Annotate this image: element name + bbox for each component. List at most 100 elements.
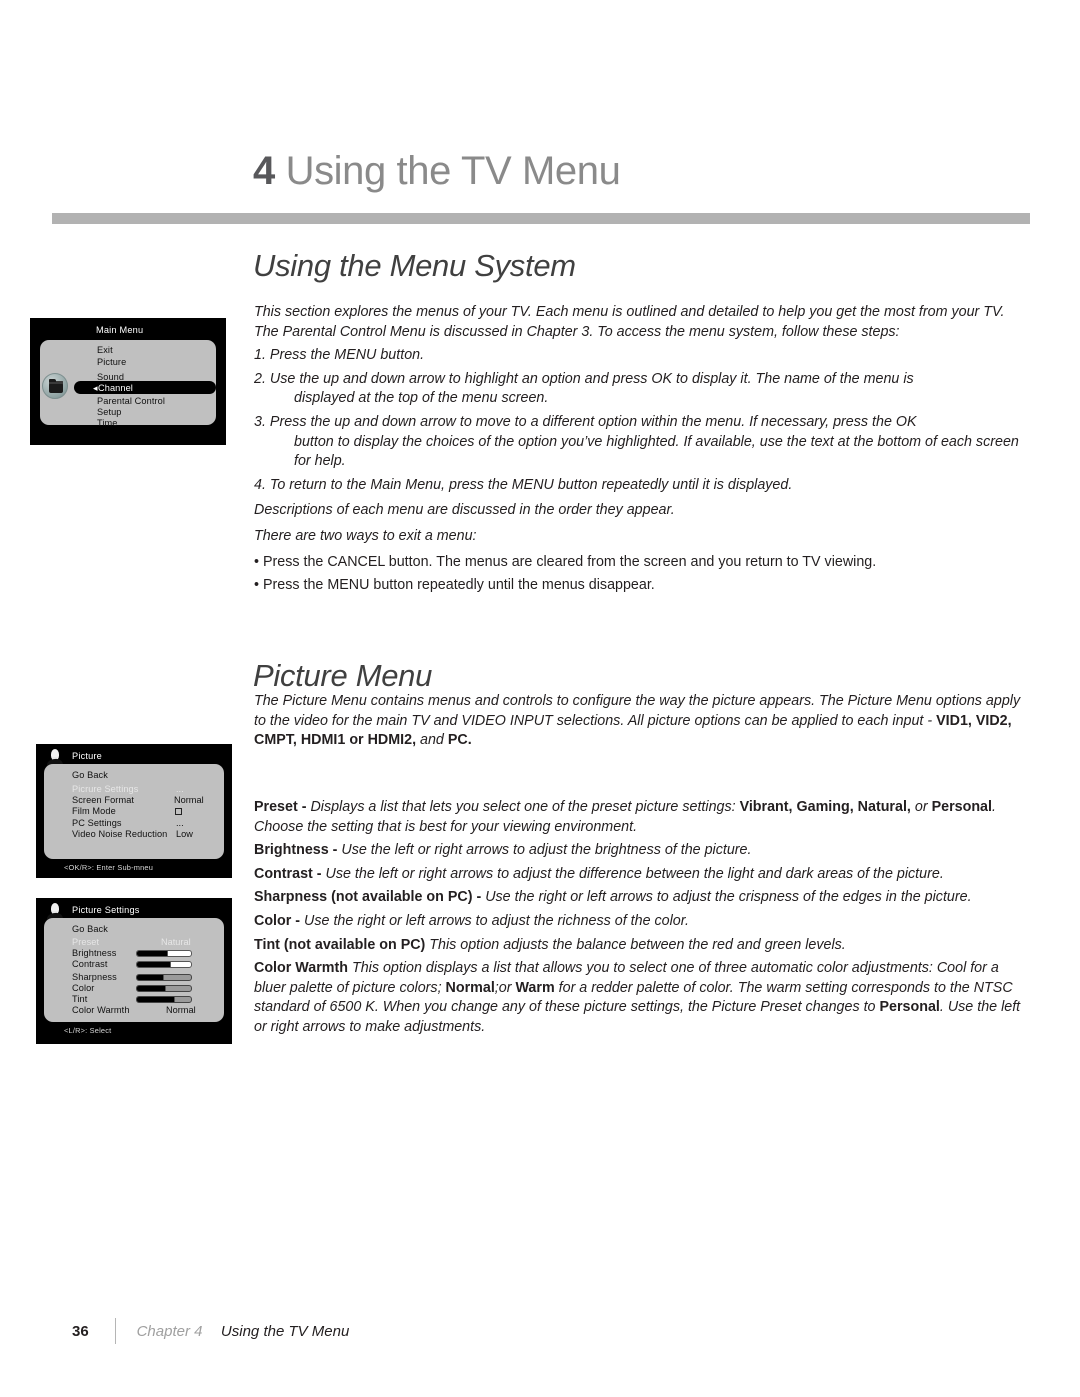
picture-desc-pc: PC. [447, 732, 472, 749]
ps-item-color[interactable]: Color [72, 983, 94, 993]
main-menu-item-parental-control[interactable]: Parental Control [97, 396, 165, 406]
term-tint-label: Tint (not available on PC) [254, 936, 426, 953]
heading-picture-menu: Picture Menu [253, 658, 433, 693]
step-2-number: 2. [254, 370, 266, 387]
main-menu-highlight-caret: ◂ [93, 383, 98, 393]
picture-item-video-noise-reduction[interactable]: Video Noise Reduction [72, 829, 167, 839]
step-2-cont: displayed at the top of the menu screen. [294, 390, 549, 407]
main-menu-item-setup[interactable]: Setup [97, 407, 122, 417]
intro-paragraph: This section explores the menus of your … [254, 304, 1005, 340]
picture-item-picture-settings[interactable]: Picrure Settings [72, 784, 138, 794]
step-2-text: Use the up and down arrow to highlight a… [269, 370, 914, 387]
ps-slider-contrast[interactable] [136, 961, 192, 968]
term-brightness-body: Use the left or right arrows to adjust t… [341, 842, 752, 859]
picture-item-picture-settings-value: ... [176, 784, 184, 794]
ps-slider-sharpness[interactable] [136, 974, 192, 981]
picture-item-video-noise-reduction-value: Low [176, 829, 193, 839]
page-title: 4 Using the TV Menu [0, 148, 1080, 194]
page-number: 36 [72, 1322, 89, 1340]
step-1-number: 1. [254, 347, 266, 364]
main-menu-item-time[interactable]: Time [97, 418, 117, 428]
picture-desc-part1: The Picture Menu contains menus and cont… [254, 693, 1021, 729]
term-contrast: Contrast - Use the left or right arrows … [254, 865, 1032, 885]
slider-knob[interactable] [162, 975, 164, 980]
term-color-warmth-label: Color Warmth [254, 960, 348, 977]
picture-item-pc-settings-value: ... [176, 818, 184, 828]
term-sharpness-sep: - [472, 889, 486, 906]
note-order: Descriptions of each menu are discussed … [254, 502, 675, 519]
step-3-cont: button to display the choices of the opt… [294, 433, 1019, 470]
main-menu-item-exit[interactable]: Exit [97, 345, 113, 355]
term-cw-body2: ;or [494, 979, 516, 996]
folder-icon [42, 373, 68, 399]
slider-fill [137, 975, 163, 980]
picture-menu-help-text: <OK/R>: Enter Sub-mneu [64, 863, 154, 872]
page-footer: 36 Chapter 4 Using the TV Menu [72, 1318, 349, 1344]
ps-item-brightness[interactable]: Brightness [72, 948, 116, 958]
slider-knob[interactable] [170, 962, 172, 967]
term-preset-bold1: Vibrant, Gaming, Natural, [739, 799, 911, 815]
ps-slider-brightness[interactable] [136, 950, 192, 957]
main-menu-item-picture[interactable]: Picture [97, 357, 126, 367]
tv-screenshot-picture-menu: Picture Go Back Picrure Settings ... Scr… [36, 744, 232, 878]
picture-menu-description: The Picture Menu contains menus and cont… [254, 692, 1032, 755]
term-color-sep: - [291, 912, 305, 929]
term-contrast-label: Contrast [254, 865, 313, 882]
menu-system-body: This section explores the menus of your … [254, 303, 1032, 600]
term-color: Color - Use the right or left arrows to … [254, 912, 1032, 932]
term-preset-body1: Displays a list that lets you select one… [310, 799, 740, 815]
slider-knob[interactable] [166, 951, 168, 956]
picture-settings-title: Picture Settings [72, 905, 140, 915]
ps-item-tint[interactable]: Tint [72, 994, 87, 1004]
picture-item-film-mode[interactable]: Film Mode [72, 806, 116, 816]
film-mode-checkbox[interactable] [175, 808, 182, 815]
main-menu-title: Main Menu [96, 325, 144, 335]
term-tint-body: This option adjusts the balance between … [429, 936, 846, 953]
ps-slider-color[interactable] [136, 985, 192, 992]
term-cw-warm: Warm [515, 979, 555, 996]
ps-item-contrast[interactable]: Contrast [72, 959, 108, 969]
step-3-number: 3. [254, 413, 266, 430]
ps-item-color-warmth-value: Normal [166, 1005, 196, 1015]
step-1-text: Press the MENU button. [269, 347, 425, 364]
slider-fill [137, 962, 171, 967]
tv-screenshot-main-menu: Main Menu Exit Picture Sound ◂ Channel P… [30, 318, 226, 445]
picture-desc-paragraph: The Picture Menu contains menus and cont… [254, 692, 1032, 751]
slider-knob[interactable] [165, 986, 167, 991]
picture-item-screen-format-value: Normal [174, 795, 204, 805]
slider-knob[interactable] [173, 997, 175, 1002]
term-color-body: Use the right or left arrows to adjust t… [304, 912, 689, 929]
header-rule [52, 213, 1030, 224]
ps-item-preset[interactable]: Preset [72, 937, 99, 947]
slider-fill [137, 951, 167, 956]
note-exit: There are two ways to exit a menu: [254, 527, 477, 544]
step-2: 2. Use the up and down arrow to highligh… [254, 370, 1032, 409]
picture-settings-help-text: <L/R>: Select [64, 1026, 112, 1035]
ps-item-color-warmth[interactable]: Color Warmth [72, 1005, 130, 1015]
slider-fill [137, 986, 166, 991]
step-4: 4. To return to the Main Menu, press the… [254, 476, 1032, 496]
term-contrast-sep: - [312, 865, 326, 882]
picture-item-pc-settings[interactable]: PC Settings [72, 818, 122, 828]
step-1: 1. Press the MENU button. [254, 346, 1032, 366]
main-menu-item-channel[interactable]: Channel [98, 383, 133, 393]
step-4-number: 4. [254, 476, 266, 493]
term-brightness-label: Brightness [254, 842, 329, 859]
footer-chapter-label: Chapter 4 [136, 1322, 203, 1340]
term-cw-normal: Normal [445, 979, 495, 996]
heading-using-the-menu-system: Using the Menu System [253, 248, 576, 283]
ps-item-go-back[interactable]: Go Back [72, 924, 108, 934]
picture-item-go-back[interactable]: Go Back [72, 770, 108, 780]
ps-item-sharpness[interactable]: Sharpness [72, 972, 117, 982]
term-brightness: Brightness - Use the left or right arrow… [254, 841, 1032, 861]
term-preset: Preset - Displays a list that lets you s… [254, 798, 1032, 837]
picture-item-screen-format[interactable]: Screen Format [72, 795, 134, 805]
term-color-warmth: Color Warmth This option displays a list… [254, 959, 1032, 1037]
term-sharpness-body: Use the right or left arrows to adjust t… [485, 889, 972, 906]
footer-divider [115, 1318, 117, 1344]
picture-menu-panel [44, 764, 224, 859]
picture-menu-terms: Preset - Displays a list that lets you s… [254, 798, 1032, 1042]
chapter-header: 4 Using the TV Menu [0, 148, 1080, 194]
ps-slider-tint[interactable] [136, 996, 192, 1003]
ps-item-preset-value: Natural [161, 937, 191, 947]
